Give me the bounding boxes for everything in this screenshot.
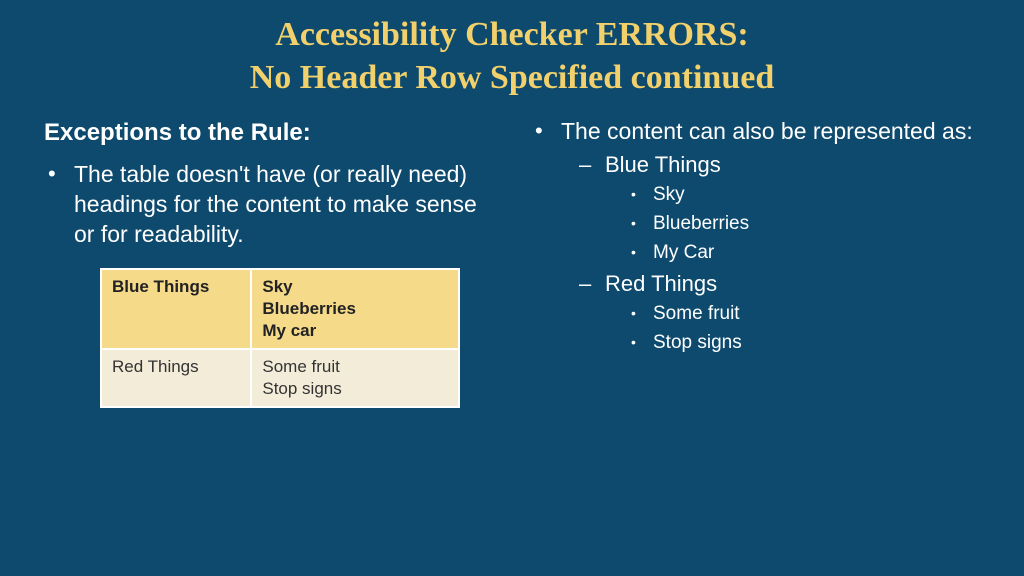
table-cell: Blue Things [101,269,251,349]
sublist-item-blue: Blue Things Sky Blueberries My Car [579,151,984,266]
left-bullet-1: The table doesn't have (or really need) … [44,160,497,250]
sublist-item-red: Red Things Some fruit Stop signs [579,270,984,356]
blue-items: Sky Blueberries My Car [605,183,984,265]
table-cell: Sky Blueberries My car [251,269,459,349]
content-columns: Exceptions to the Rule: The table doesn'… [0,99,1024,408]
list-item: Blueberries [629,212,984,237]
table-row: Blue Things Sky Blueberries My car [101,269,459,349]
list-item: Sky [629,183,984,208]
cell-line: Blueberries [262,299,356,318]
table-row: Red Things Some fruit Stop signs [101,349,459,407]
cell-line: Sky [262,277,292,296]
exceptions-heading: Exceptions to the Rule: [44,117,497,148]
right-sublist: Blue Things Sky Blueberries My Car Red T… [561,151,984,356]
right-bullet-1-text: The content can also be represented as: [561,118,973,144]
table-cell: Red Things [101,349,251,407]
left-bullet-list: The table doesn't have (or really need) … [40,160,497,250]
cell-line: Stop signs [262,379,341,398]
right-bullet-list: The content can also be represented as: … [527,117,984,356]
slide-title: Accessibility Checker ERRORS: No Header … [0,0,1024,99]
list-item: My Car [629,241,984,266]
left-column: Exceptions to the Rule: The table doesn'… [40,117,497,408]
list-item: Stop signs [629,331,984,356]
sublist-label: Red Things [605,271,717,296]
title-line-2: No Header Row Specified continued [250,59,774,96]
cell-line: Some fruit [262,357,339,376]
red-items: Some fruit Stop signs [605,302,984,355]
table-cell: Some fruit Stop signs [251,349,459,407]
title-line-1: Accessibility Checker ERRORS: [275,16,748,53]
example-table-wrapper: Blue Things Sky Blueberries My car Red T… [100,268,460,408]
cell-line: My car [262,321,316,340]
sublist-label: Blue Things [605,152,721,177]
right-bullet-1: The content can also be represented as: … [531,117,984,356]
list-item: Some fruit [629,302,984,327]
example-table: Blue Things Sky Blueberries My car Red T… [100,268,460,408]
right-column: The content can also be represented as: … [527,117,984,408]
